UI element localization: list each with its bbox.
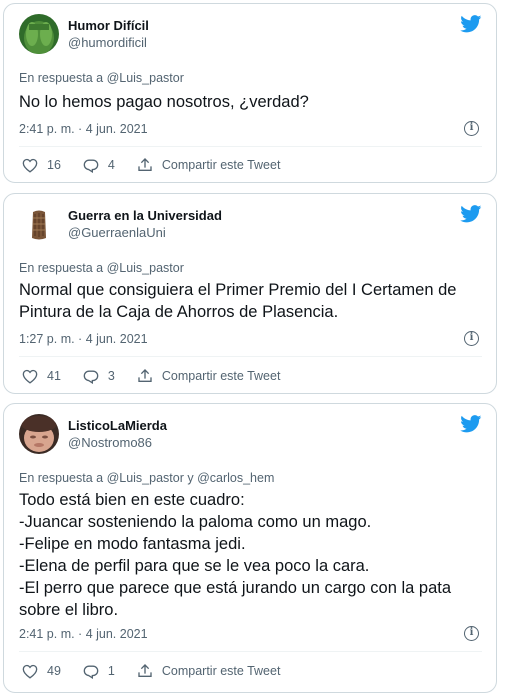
like-count: 16 — [47, 158, 61, 172]
tweet-card[interactable]: Guerra en la Universidad @GuerraenlaUni … — [3, 193, 497, 394]
heart-icon — [22, 158, 38, 173]
info-icon[interactable]: i — [464, 331, 479, 346]
reply-context: En respuesta a @Luis_pastor — [19, 71, 184, 85]
tweet-actions: 16 4 Compartir este Tweet — [22, 157, 302, 173]
reply-button[interactable]: 3 — [83, 369, 115, 384]
reply-prefix: En respuesta a — [19, 71, 107, 85]
heart-icon — [22, 369, 38, 384]
share-button[interactable]: Compartir este Tweet — [137, 663, 281, 679]
share-button[interactable]: Compartir este Tweet — [137, 157, 281, 173]
tweet-actions: 41 3 Compartir este Tweet — [22, 368, 302, 384]
share-label: Compartir este Tweet — [161, 664, 281, 678]
reply-button[interactable]: 4 — [83, 158, 115, 173]
like-count: 49 — [47, 664, 61, 678]
user-handle[interactable]: @GuerraenlaUni — [68, 224, 222, 241]
reply-icon — [83, 370, 99, 384]
divider — [19, 146, 482, 147]
share-icon — [138, 369, 152, 382]
avatar[interactable] — [19, 14, 59, 54]
tweet-header: ListicoLaMierda @Nostromo86 — [19, 414, 167, 454]
reply-prefix: En respuesta a — [19, 471, 107, 485]
user-handle[interactable]: @Nostromo86 — [68, 434, 167, 451]
heart-icon — [22, 664, 38, 679]
reply-count: 4 — [107, 158, 115, 172]
share-label: Compartir este Tweet — [161, 369, 281, 383]
tweet-timestamp[interactable]: 2:41 p. m. · 4 jun. 2021 — [19, 122, 148, 136]
share-button[interactable]: Compartir este Tweet — [137, 368, 281, 384]
reply-count: 3 — [107, 369, 115, 383]
avatar[interactable] — [19, 414, 59, 454]
tweet-header: Humor Difícil @humordificil — [19, 14, 149, 54]
reply-icon — [83, 665, 99, 679]
tweet-text: No lo hemos pagao nosotros, ¿verdad? — [19, 93, 309, 111]
info-icon[interactable]: i — [464, 626, 479, 641]
reply-prefix: En respuesta a — [19, 261, 107, 275]
tweet-text: Normal que consiguiera el Primer Premio … — [19, 281, 457, 321]
info-icon[interactable]: i — [464, 121, 479, 136]
share-icon — [138, 664, 152, 677]
reply-mention-link[interactable]: @Luis_pastor y @carlos_hem — [107, 471, 275, 485]
tweet-text: Todo está bien en este cuadro: -Juancar … — [19, 491, 452, 619]
reply-context: En respuesta a @Luis_pastor y @carlos_he… — [19, 471, 274, 485]
avatar[interactable] — [19, 204, 59, 244]
twitter-bird-icon[interactable] — [460, 205, 482, 223]
like-button[interactable]: 49 — [22, 664, 61, 679]
tweet-actions: 49 1 Compartir este Tweet — [22, 663, 302, 679]
reply-button[interactable]: 1 — [83, 664, 115, 679]
like-button[interactable]: 41 — [22, 369, 61, 384]
tweet-timestamp[interactable]: 2:41 p. m. · 4 jun. 2021 — [19, 627, 148, 641]
twitter-bird-icon[interactable] — [460, 415, 482, 433]
tweet-feed: Humor Difícil @humordificil En respuesta… — [0, 0, 505, 693]
share-icon — [138, 158, 152, 171]
display-name[interactable]: ListicoLaMierda — [68, 417, 167, 434]
reply-context: En respuesta a @Luis_pastor — [19, 261, 184, 275]
divider — [19, 356, 482, 357]
reply-mention-link[interactable]: @Luis_pastor — [107, 261, 184, 275]
tweet-card[interactable]: ListicoLaMierda @Nostromo86 En respuesta… — [3, 403, 497, 693]
like-button[interactable]: 16 — [22, 158, 61, 173]
divider — [19, 651, 482, 652]
twitter-bird-icon[interactable] — [460, 15, 482, 33]
display-name[interactable]: Guerra en la Universidad — [68, 207, 222, 224]
like-count: 41 — [47, 369, 61, 383]
share-label: Compartir este Tweet — [161, 158, 281, 172]
tweet-timestamp[interactable]: 1:27 p. m. · 4 jun. 2021 — [19, 332, 148, 346]
reply-mention-link[interactable]: @Luis_pastor — [107, 71, 184, 85]
reply-icon — [83, 159, 99, 173]
tweet-header: Guerra en la Universidad @GuerraenlaUni — [19, 204, 222, 244]
reply-count: 1 — [107, 664, 115, 678]
user-handle[interactable]: @humordificil — [68, 34, 149, 51]
display-name[interactable]: Humor Difícil — [68, 17, 149, 34]
tweet-card[interactable]: Humor Difícil @humordificil En respuesta… — [3, 3, 497, 183]
